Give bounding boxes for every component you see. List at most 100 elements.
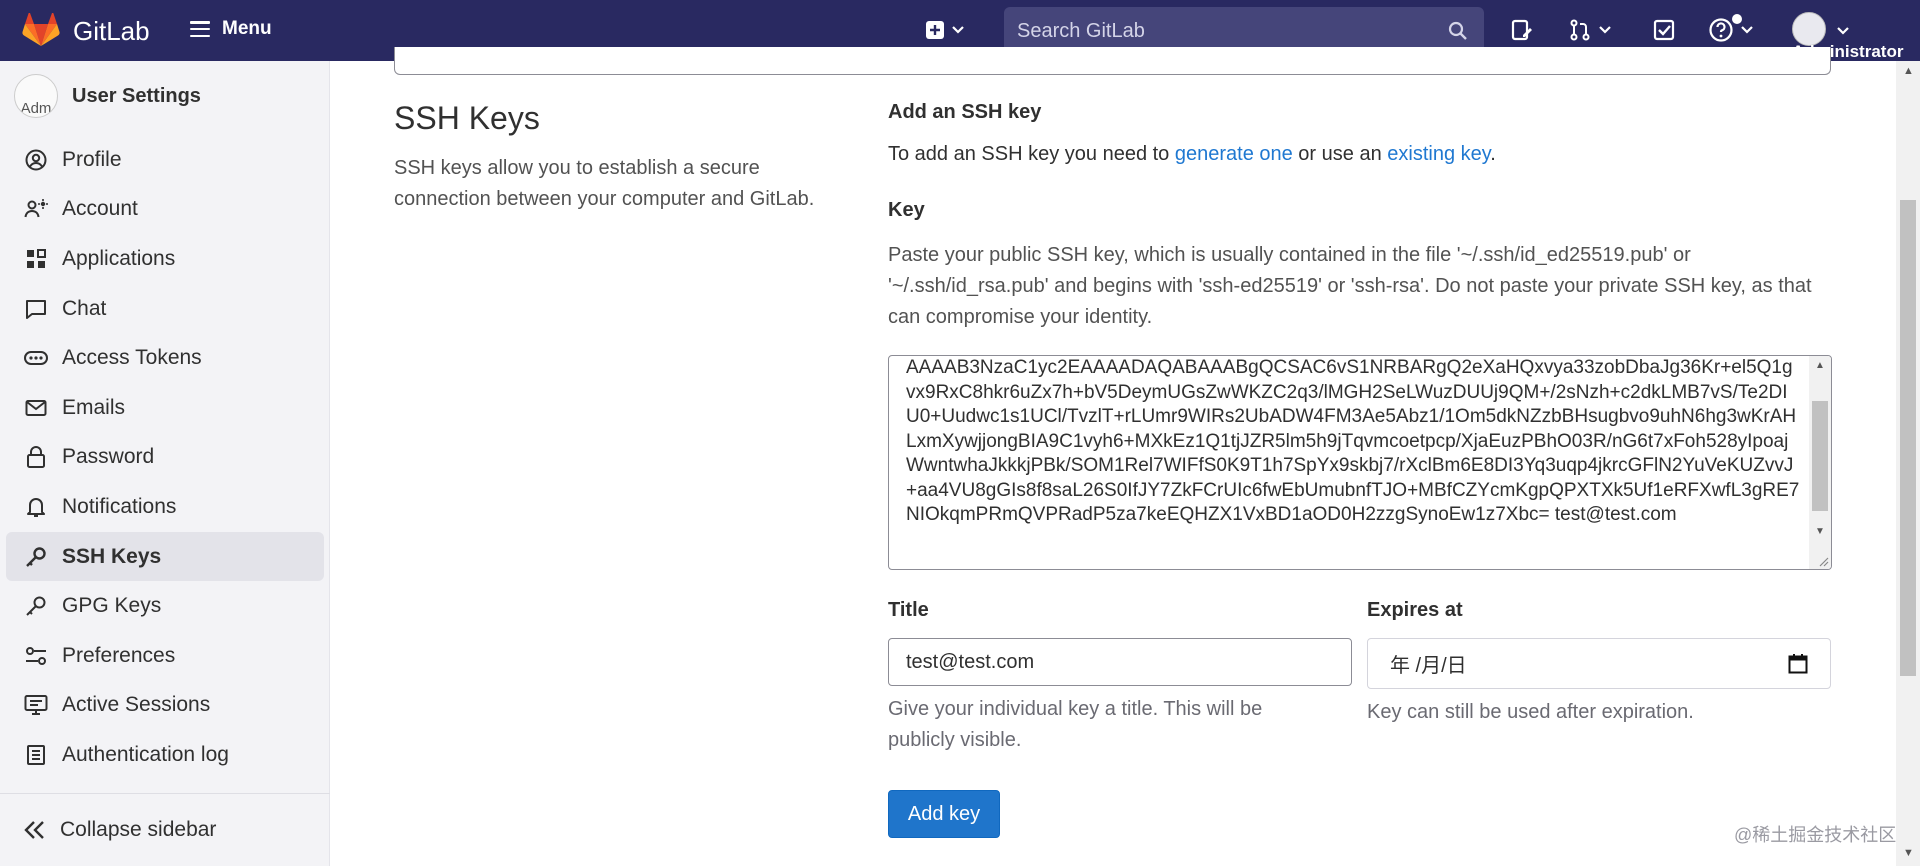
intro-text: or use an <box>1292 143 1388 165</box>
sidebar-item-label: Notifications <box>62 494 177 518</box>
sidebar-item-label: Profile <box>62 147 122 171</box>
generate-one-link[interactable]: generate one <box>1175 143 1293 165</box>
sidebar-item-chat[interactable]: Chat <box>6 284 324 334</box>
key-help-text: Paste your public SSH key, which is usua… <box>888 244 1812 328</box>
page-scrollbar-thumb[interactable] <box>1900 200 1916 676</box>
sidebar-item-ssh-keys[interactable]: SSH Keys <box>6 531 324 582</box>
chevron-down-icon <box>952 26 964 34</box>
intro-text: . <box>1490 143 1496 165</box>
sidebar-item-active-sessions[interactable]: Active Sessions <box>6 681 324 731</box>
menu-button[interactable]: Menu <box>190 18 272 40</box>
lock-icon <box>24 445 48 469</box>
scroll-up-arrow-icon[interactable]: ▲ <box>1903 65 1914 77</box>
sidebar-avatar: Adm <box>14 74 58 118</box>
search-input[interactable] <box>1017 19 1437 43</box>
key-textarea-value: AAAAB3NzaC1yc2EAAAADAQABAAABgQCSAC6vS1NR… <box>906 357 1800 525</box>
section-description: SSH keys allow you to establish a secure… <box>394 157 815 210</box>
title-input[interactable] <box>888 638 1352 686</box>
sidebar-item-access-tokens[interactable]: Access Tokens <box>6 333 324 383</box>
chevron-down-icon <box>1599 26 1611 34</box>
sidebar-title: User Settings <box>72 84 201 107</box>
watermark: @稀土掘金技术社区 <box>1734 825 1897 845</box>
applications-icon <box>24 247 48 271</box>
sidebar-item-label: Access Tokens <box>62 346 202 370</box>
sidebar-item-label: GPG Keys <box>62 594 162 618</box>
token-icon <box>24 346 48 370</box>
sidebar-item-label: Applications <box>62 246 176 270</box>
expires-at-date-input[interactable]: 年 /月/日 <box>1367 638 1831 689</box>
help-icon <box>1709 18 1733 42</box>
scroll-down-arrow-icon[interactable]: ▼ <box>1815 526 1825 537</box>
issues-button[interactable] <box>1510 16 1534 44</box>
log-icon <box>24 743 48 767</box>
scroll-up-arrow-icon[interactable]: ▲ <box>1815 360 1825 371</box>
collapse-sidebar-label: Collapse sidebar <box>60 818 217 841</box>
title-label: Title <box>888 599 929 621</box>
scroll-down-arrow-icon[interactable]: ▼ <box>1903 847 1914 859</box>
key-icon <box>24 594 48 618</box>
sidebar-item-authentication-log[interactable]: Authentication log <box>6 730 324 780</box>
resize-handle-icon[interactable] <box>1817 555 1829 567</box>
collapse-sidebar-button[interactable]: Collapse sidebar <box>0 793 330 866</box>
add-key-button[interactable]: Add key <box>888 790 1000 838</box>
new-item-dropdown[interactable] <box>925 16 965 44</box>
sidebar-item-applications[interactable]: Applications <box>6 234 324 284</box>
todos-button[interactable] <box>1652 16 1676 44</box>
sidebar-nav: Profile Account Applications Chat Access… <box>6 135 324 780</box>
sidebar-item-notifications[interactable]: Notifications <box>6 482 324 532</box>
monitor-icon <box>24 693 48 717</box>
textarea-scrollbar[interactable]: ▲ ▼ <box>1809 356 1831 569</box>
sidebar-item-label: Emails <box>62 395 126 419</box>
bell-icon <box>24 495 48 519</box>
sidebar-item-emails[interactable]: Emails <box>6 383 324 433</box>
sidebar-item-preferences[interactable]: Preferences <box>6 631 324 681</box>
add-ssh-key-intro: To add an SSH key you need to generate o… <box>888 143 1496 166</box>
textarea-scrollbar-thumb[interactable] <box>1812 401 1828 511</box>
notification-dot <box>1732 14 1742 24</box>
chevron-down-icon[interactable] <box>1836 26 1850 36</box>
issues-icon <box>1511 19 1532 41</box>
existing-key-link[interactable]: existing key <box>1387 143 1490 165</box>
sidebar: Adm User Settings Profile Account Applic… <box>0 61 330 866</box>
expires-at-label: Expires at <box>1367 599 1463 621</box>
sidebar-item-label: Account <box>62 197 138 221</box>
intro-text: To add an SSH key you need to <box>888 143 1175 165</box>
sidebar-header[interactable]: Adm User Settings <box>14 74 201 118</box>
sidebar-item-label: Preferences <box>62 643 176 667</box>
key-label: Key <box>888 199 925 221</box>
previous-section-input[interactable] <box>394 47 1831 75</box>
todo-checkbox-icon <box>1653 19 1675 41</box>
sidebar-item-profile[interactable]: Profile <box>6 135 324 185</box>
user-avatar[interactable] <box>1792 12 1826 46</box>
sidebar-item-label: Password <box>62 445 155 469</box>
menu-label: Menu <box>222 18 272 39</box>
search-icon <box>1448 21 1467 40</box>
double-chevron-left-icon <box>24 821 44 839</box>
key-textarea[interactable]: AAAAB3NzaC1yc2EAAAADAQABAAABgQCSAC6vS1NR… <box>888 355 1832 570</box>
sidebar-item-account[interactable]: Account <box>6 185 324 235</box>
add-ssh-key-heading: Add an SSH key <box>888 101 1042 123</box>
sidebar-item-gpg-keys[interactable]: GPG Keys <box>6 581 324 631</box>
gitlab-logo-icon[interactable] <box>22 13 60 47</box>
sidebar-item-label: SSH Keys <box>62 544 162 568</box>
preferences-icon <box>24 644 48 668</box>
sidebar-item-label: Active Sessions <box>62 693 211 717</box>
date-input-value: 年 /月/日 <box>1390 655 1467 677</box>
page-scrollbar[interactable]: ▲ ▼ <box>1896 61 1920 866</box>
merge-request-icon <box>1570 19 1590 41</box>
mail-icon <box>24 396 48 420</box>
merge-requests-dropdown[interactable] <box>1568 16 1612 44</box>
calendar-icon[interactable] <box>1788 653 1808 675</box>
sidebar-item-password[interactable]: Password <box>6 433 324 483</box>
help-dropdown[interactable] <box>1708 16 1754 44</box>
sidebar-item-label: Chat <box>62 296 107 320</box>
page-title: SSH Keys <box>394 100 540 136</box>
avatar-alt-text: Adm <box>20 100 52 117</box>
title-hint: Give your individual key a title. This w… <box>888 698 1263 751</box>
brand-name[interactable]: GitLab <box>73 16 150 47</box>
account-icon <box>24 197 48 221</box>
chevron-down-icon <box>1741 26 1753 34</box>
sidebar-item-label: Authentication log <box>62 742 229 766</box>
hamburger-icon <box>190 21 210 37</box>
expires-hint: Key can still be used after expiration. <box>1367 701 1694 723</box>
